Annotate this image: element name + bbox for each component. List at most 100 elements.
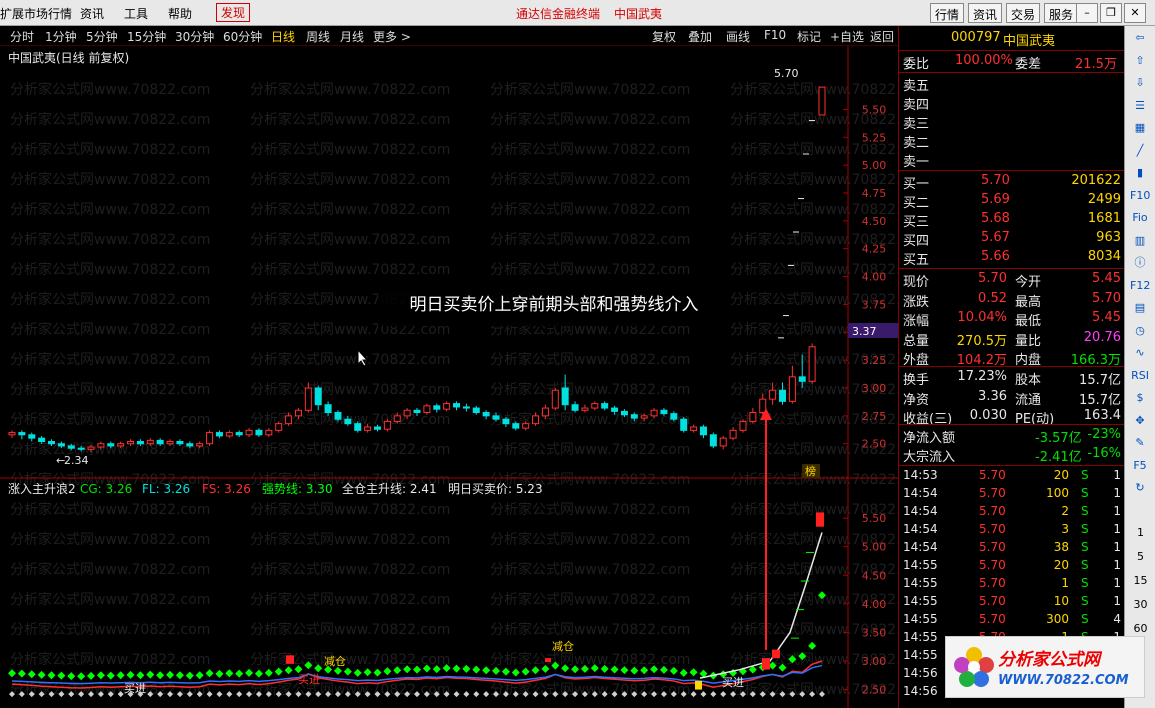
watermark-text: 分析家公式网www.70822.com bbox=[490, 681, 690, 698]
f5-icon[interactable]: F5 bbox=[1130, 458, 1150, 474]
candle bbox=[670, 413, 678, 420]
candle bbox=[778, 389, 786, 402]
tick-count: 1 bbox=[1113, 576, 1121, 590]
candle bbox=[699, 426, 707, 436]
tick-volume: 20 bbox=[1053, 558, 1069, 572]
dollar-icon[interactable]: $ bbox=[1130, 390, 1150, 406]
indicator-value-fl: FL: 3.26 bbox=[142, 482, 190, 496]
wave-icon[interactable]: ∿ bbox=[1130, 345, 1150, 361]
net-inflow-label: 净流入额 bbox=[903, 431, 956, 446]
tick-time: 14:54 bbox=[903, 540, 938, 554]
trade-button[interactable]: 交易 bbox=[1006, 3, 1041, 23]
candle bbox=[324, 404, 332, 414]
menu-help[interactable]: 帮助 bbox=[168, 5, 192, 22]
period-tab[interactable]: 1分钟 bbox=[45, 28, 77, 45]
watermark-text: 分析家公式网www.70822.com bbox=[490, 171, 690, 188]
tick-volume: 100 bbox=[1046, 486, 1069, 500]
candle bbox=[808, 346, 816, 382]
quotes-button[interactable]: 行情 bbox=[930, 3, 965, 23]
overlay-button[interactable]: 叠加 bbox=[688, 26, 712, 46]
candle bbox=[571, 404, 579, 411]
bid-price[interactable]: 5.66 bbox=[981, 249, 1010, 264]
watermark-text: 分析家公式网www.70822.com bbox=[10, 351, 210, 368]
bid-price[interactable]: 5.70 bbox=[981, 173, 1010, 188]
period-tab-active[interactable]: 日线 bbox=[271, 28, 295, 45]
period-tab[interactable]: 60分钟 bbox=[223, 28, 262, 45]
grid-icon[interactable]: ▦ bbox=[1130, 120, 1150, 136]
menu-tools[interactable]: 工具 bbox=[124, 5, 148, 22]
kline-chart[interactable]: 分析家公式网www.70822.com 分析家公式网www.70822.com 分析… bbox=[0, 46, 898, 708]
bid-price[interactable]: 5.67 bbox=[981, 230, 1010, 245]
pencil-icon[interactable]: ✎ bbox=[1130, 435, 1150, 451]
y-tick-label: 5.50 bbox=[862, 103, 887, 116]
down-arrow-icon[interactable]: ⇩ bbox=[1130, 75, 1150, 91]
block-inflow-value: -2.41亿 bbox=[1035, 450, 1082, 465]
f10-button[interactable]: F10 bbox=[764, 26, 786, 46]
tick-side: S bbox=[1081, 486, 1089, 500]
move-icon[interactable]: ✥ bbox=[1130, 413, 1150, 429]
draw-button[interactable]: 画线 bbox=[726, 26, 750, 46]
stat-label: 流通 bbox=[1015, 392, 1042, 408]
candle bbox=[798, 376, 806, 382]
menu-news[interactable]: 资讯 bbox=[80, 5, 104, 22]
bar-icon[interactable]: ▥ bbox=[1130, 233, 1150, 249]
bid-label: 买四 bbox=[903, 234, 930, 249]
period-tab[interactable]: 分时 bbox=[10, 28, 34, 45]
period-shortcut[interactable]: 5 bbox=[1125, 550, 1155, 563]
kline-icon[interactable]: ▮ bbox=[1130, 165, 1150, 181]
menu-discover[interactable]: 发现 bbox=[216, 3, 251, 22]
rank-badge[interactable]: 榜 bbox=[805, 464, 816, 478]
period-tab[interactable]: 30分钟 bbox=[175, 28, 214, 45]
period-shortcut[interactable]: 1 bbox=[1125, 526, 1155, 539]
bid-label: 买一 bbox=[903, 177, 930, 192]
watermark-text: 分析家公式网www.70822.com bbox=[490, 411, 690, 428]
menu-market[interactable]: 扩展市场行情 bbox=[0, 5, 72, 22]
left-arrow-icon[interactable]: ⇦ bbox=[1130, 30, 1150, 46]
period-tab[interactable]: 月线 bbox=[340, 28, 364, 45]
close-icon[interactable]: ✕ bbox=[1124, 3, 1146, 23]
f10-icon[interactable]: F10 bbox=[1130, 188, 1150, 204]
service-button[interactable]: 服务 bbox=[1044, 3, 1079, 23]
adjust-button[interactable]: 复权 bbox=[652, 26, 676, 46]
restore-icon[interactable]: ❐ bbox=[1100, 3, 1122, 23]
y-tick-label: 2.75 bbox=[862, 410, 887, 423]
net-inflow-pct: -23% bbox=[1087, 427, 1121, 442]
more-periods[interactable]: 更多 > bbox=[373, 28, 411, 45]
buy-annotation: 买进 bbox=[298, 673, 320, 686]
tick-side: S bbox=[1081, 522, 1089, 536]
table-icon[interactable]: ▤ bbox=[1130, 300, 1150, 316]
bid-price[interactable]: 5.68 bbox=[981, 211, 1010, 226]
rsi-icon[interactable]: RSI bbox=[1130, 368, 1150, 384]
refresh-icon[interactable]: ↻ bbox=[1130, 480, 1150, 496]
candle bbox=[591, 403, 599, 409]
tick-price: 5.70 bbox=[979, 612, 1006, 626]
block-inflow-label: 大宗流入 bbox=[903, 450, 956, 465]
minimize-icon[interactable]: – bbox=[1076, 3, 1098, 23]
list-icon[interactable]: ☰ bbox=[1130, 98, 1150, 114]
news-button[interactable]: 资讯 bbox=[968, 3, 1003, 23]
period-tab[interactable]: 5分钟 bbox=[86, 28, 118, 45]
tick-row: 14:55 5.70 20 S 1 bbox=[899, 557, 1125, 575]
mark-button[interactable]: 标记 bbox=[797, 26, 821, 46]
bid-price[interactable]: 5.69 bbox=[981, 192, 1010, 207]
period-tab[interactable]: 15分钟 bbox=[127, 28, 166, 45]
fio-icon[interactable]: Fio bbox=[1130, 210, 1150, 226]
back-button[interactable]: 返回 bbox=[870, 26, 894, 46]
indicator-name[interactable]: 涨入主升浪2 bbox=[8, 481, 76, 496]
period-shortcut[interactable]: 15 bbox=[1125, 574, 1155, 587]
f12-icon[interactable]: F12 bbox=[1130, 278, 1150, 294]
tick-time: 14:56 bbox=[903, 684, 938, 698]
chart-icon[interactable]: ╱ bbox=[1130, 143, 1150, 159]
period-tab[interactable]: 周线 bbox=[306, 28, 330, 45]
add-favorite-button[interactable]: +自选 bbox=[830, 26, 864, 46]
stat-label: 量比 bbox=[1015, 333, 1042, 349]
info-icon[interactable]: ⓘ bbox=[1130, 255, 1150, 271]
clock-icon[interactable]: ◷ bbox=[1130, 323, 1150, 339]
period-shortcut[interactable]: 30 bbox=[1125, 598, 1155, 611]
period-shortcut[interactable]: 60 bbox=[1125, 622, 1155, 635]
stat-value: 3.36 bbox=[978, 388, 1007, 404]
watermark-text: 分析家公式网www.70822.com bbox=[250, 531, 450, 548]
window-title: 通达信金融终端 bbox=[516, 7, 601, 21]
up-arrow-icon[interactable]: ⇧ bbox=[1130, 53, 1150, 69]
stat-value: 17.23% bbox=[957, 369, 1007, 384]
